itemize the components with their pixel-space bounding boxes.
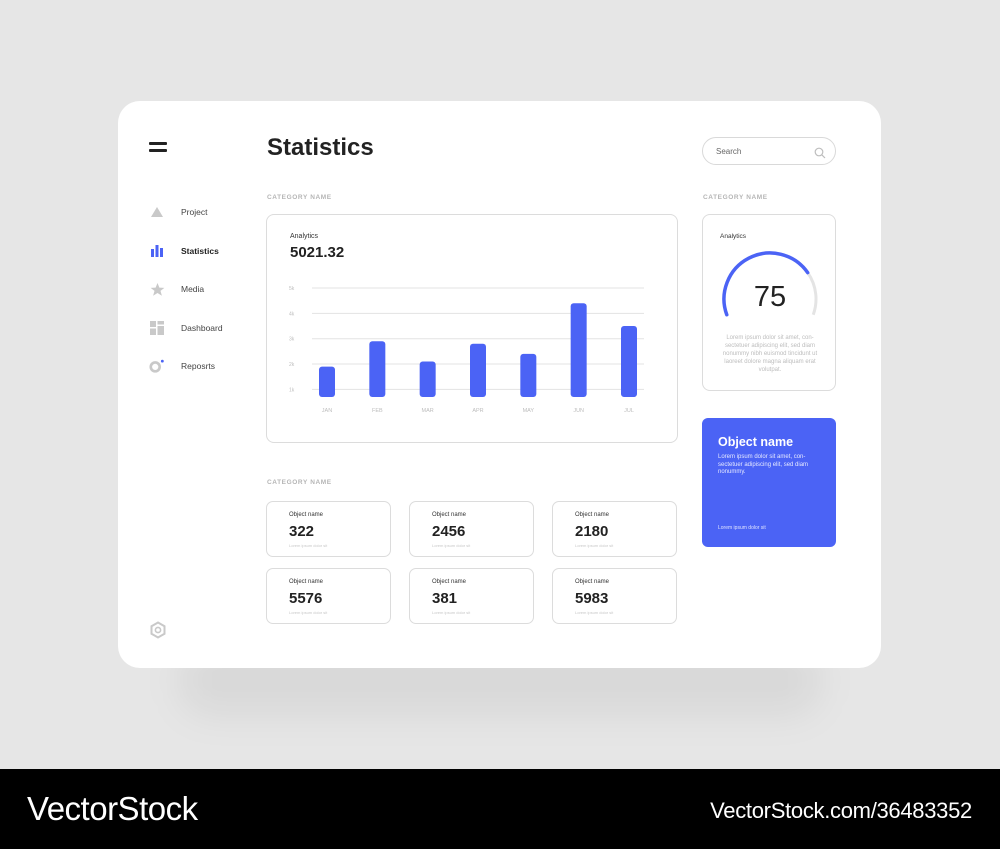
object-card[interactable]: Object name 2456 Lorem ipsum dolor sit <box>409 501 534 557</box>
sidebar-item-reports[interactable]: Reposrts <box>149 347 215 386</box>
promo-description: Lorem ipsum dolor sit amet, con- sectetu… <box>718 454 809 475</box>
sidebar-item-media[interactable]: Media <box>149 270 204 309</box>
object-value: 322 <box>289 523 315 540</box>
promo-card[interactable]: Object name Lorem ipsum dolor sit amet, … <box>702 418 836 547</box>
bar[interactable] <box>570 303 587 397</box>
bar[interactable] <box>520 353 537 397</box>
object-name: Object name <box>289 512 324 518</box>
star-icon <box>149 281 165 297</box>
x-tick-label: JAN <box>322 408 332 414</box>
promo-title: Object name <box>718 435 794 449</box>
sidebar-item-label: Media <box>181 284 205 295</box>
sidebar-item-statistics[interactable]: Statistics <box>149 232 219 271</box>
object-card[interactable]: Object name 381 Lorem ipsum dolor sit <box>409 568 534 624</box>
object-sub: Lorem ipsum dolor sit <box>289 610 328 615</box>
x-tick-label: MAY <box>523 408 535 414</box>
y-tick-label: 2k <box>289 362 295 368</box>
object-name: Object name <box>432 512 467 518</box>
chart-category-label: CATEGORY NAME <box>267 194 332 201</box>
object-name: Object name <box>575 579 610 585</box>
analytics-chart-card: Analytics 5021.32 1k 2k 3k 4k 5k JAN FEB MAR APR… <box>266 214 678 443</box>
bar-chart-icon <box>149 243 165 259</box>
object-card[interactable]: Object name 2180 Lorem ipsum dolor sit <box>552 501 677 557</box>
search-input[interactable] <box>716 144 811 158</box>
promo-footer: Lorem ipsum dolor sit <box>718 525 766 531</box>
bar[interactable] <box>369 341 386 397</box>
sidebar-nav: Project Statistics Media Dashboard Repos… <box>149 193 223 386</box>
object-card[interactable]: Object name 5983 Lorem ipsum dolor sit <box>552 568 677 624</box>
gauge-subtitle: Analytics <box>720 233 747 240</box>
bar-chart: 1k 2k 3k 4k 5k JAN FEB MAR APR MAY JUN JUL <box>289 286 644 414</box>
settings-icon[interactable] <box>149 621 167 639</box>
x-tick-label: FEB <box>372 408 383 414</box>
triangle-icon <box>149 204 165 220</box>
object-card[interactable]: Object name 322 Lorem ipsum dolor sit <box>266 501 391 557</box>
bar[interactable] <box>319 366 335 397</box>
object-card[interactable]: Object name 5576 Lorem ipsum dolor sit <box>266 568 391 624</box>
object-sub: Lorem ipsum dolor sit <box>575 610 614 615</box>
sidebar-item-label: Statistics <box>181 245 219 256</box>
object-value: 2180 <box>575 523 609 540</box>
sidebar-item-dashboard[interactable]: Dashboard <box>149 309 223 348</box>
footer-url: VectorStock.com/36483352 <box>710 798 972 823</box>
y-tick-label: 4k <box>289 311 295 317</box>
x-tick-label: JUN <box>573 408 584 414</box>
hamburger-menu-icon[interactable] <box>149 142 167 154</box>
object-value: 381 <box>432 590 458 607</box>
objects-category-label: CATEGORY NAME <box>267 479 332 486</box>
dashboard-window: Project Statistics Media Dashboard Repos… <box>118 101 881 668</box>
side-category-label: CATEGORY NAME <box>703 194 768 201</box>
footer-brand: VectorStock <box>27 790 198 827</box>
object-sub: Lorem ipsum dolor sit <box>575 543 614 548</box>
object-value: 5576 <box>289 590 323 607</box>
sidebar-item-label: Project <box>181 207 208 218</box>
y-tick-label: 1k <box>289 387 295 393</box>
gauge-description: Lorem ipsum dolor sit amet, con- sectetu… <box>722 335 818 373</box>
x-tick-label: APR <box>472 408 483 414</box>
x-tick-label: MAR <box>422 408 434 414</box>
object-sub: Lorem ipsum dolor sit <box>432 610 471 615</box>
object-name: Object name <box>575 512 610 518</box>
dashboard-icon <box>149 320 165 336</box>
bar[interactable] <box>419 361 436 397</box>
object-name: Object name <box>432 579 467 585</box>
gauge-card: Analytics 75 Lorem ipsum dolor sit amet,… <box>702 214 836 391</box>
sidebar-item-project[interactable]: Project <box>149 193 207 232</box>
sidebar-item-label: Reposrts <box>181 361 216 372</box>
object-sub: Lorem ipsum dolor sit <box>432 543 471 548</box>
y-tick-label: 5k <box>289 286 295 292</box>
search-icon[interactable] <box>814 146 826 159</box>
gauge-value: 75 <box>753 281 787 313</box>
page-title: Statistics <box>267 134 374 161</box>
search-box[interactable] <box>702 137 836 165</box>
object-value: 2456 <box>432 523 466 540</box>
sidebar-item-label: Dashboard <box>181 322 223 333</box>
reports-icon <box>149 358 165 374</box>
x-tick-label: JUL <box>624 408 634 414</box>
object-value: 5983 <box>575 590 609 607</box>
y-tick-label: 3k <box>289 337 295 343</box>
bar[interactable] <box>621 326 637 397</box>
object-name: Object name <box>289 579 324 585</box>
watermark-footer: VectorStock VectorStock.com/36483352 <box>0 769 1000 849</box>
object-sub: Lorem ipsum dolor sit <box>289 543 328 548</box>
bar[interactable] <box>470 343 486 397</box>
